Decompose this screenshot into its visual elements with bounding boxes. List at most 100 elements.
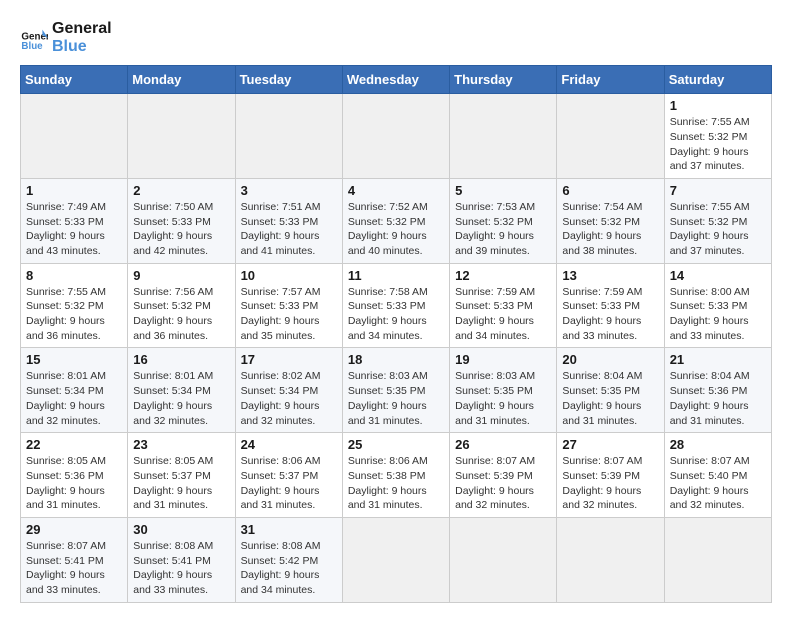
day-number: 10 <box>241 268 337 283</box>
day-info: Sunrise: 8:08 AM Sunset: 5:42 PM Dayligh… <box>241 539 337 598</box>
calendar-cell: 28 Sunrise: 8:07 AM Sunset: 5:40 PM Dayl… <box>664 433 771 518</box>
day-info: Sunrise: 8:01 AM Sunset: 5:34 PM Dayligh… <box>133 369 229 428</box>
calendar-cell: 16 Sunrise: 8:01 AM Sunset: 5:34 PM Dayl… <box>128 348 235 433</box>
day-info: Sunrise: 8:04 AM Sunset: 5:35 PM Dayligh… <box>562 369 658 428</box>
day-number: 17 <box>241 352 337 367</box>
calendar-cell: 22 Sunrise: 8:05 AM Sunset: 5:36 PM Dayl… <box>21 433 128 518</box>
day-info: Sunrise: 8:05 AM Sunset: 5:36 PM Dayligh… <box>26 454 122 513</box>
day-number: 1 <box>670 98 766 113</box>
calendar-cell: 4 Sunrise: 7:52 AM Sunset: 5:32 PM Dayli… <box>342 178 449 263</box>
day-info: Sunrise: 7:54 AM Sunset: 5:32 PM Dayligh… <box>562 200 658 259</box>
calendar-cell: 17 Sunrise: 8:02 AM Sunset: 5:34 PM Dayl… <box>235 348 342 433</box>
calendar-cell <box>342 94 449 179</box>
calendar-cell <box>557 517 664 602</box>
day-number: 3 <box>241 183 337 198</box>
day-number: 28 <box>670 437 766 452</box>
calendar-cell: 21 Sunrise: 8:04 AM Sunset: 5:36 PM Dayl… <box>664 348 771 433</box>
day-info: Sunrise: 7:56 AM Sunset: 5:32 PM Dayligh… <box>133 285 229 344</box>
day-of-week-header: Sunday <box>21 66 128 94</box>
logo-icon: General Blue <box>20 24 48 52</box>
day-number: 19 <box>455 352 551 367</box>
day-info: Sunrise: 7:58 AM Sunset: 5:33 PM Dayligh… <box>348 285 444 344</box>
calendar-cell: 3 Sunrise: 7:51 AM Sunset: 5:33 PM Dayli… <box>235 178 342 263</box>
svg-text:Blue: Blue <box>21 41 43 52</box>
calendar-cell <box>128 94 235 179</box>
day-info: Sunrise: 7:51 AM Sunset: 5:33 PM Dayligh… <box>241 200 337 259</box>
day-info: Sunrise: 7:52 AM Sunset: 5:32 PM Dayligh… <box>348 200 444 259</box>
calendar-cell: 27 Sunrise: 8:07 AM Sunset: 5:39 PM Dayl… <box>557 433 664 518</box>
calendar-cell: 23 Sunrise: 8:05 AM Sunset: 5:37 PM Dayl… <box>128 433 235 518</box>
day-info: Sunrise: 7:53 AM Sunset: 5:32 PM Dayligh… <box>455 200 551 259</box>
calendar-cell: 20 Sunrise: 8:04 AM Sunset: 5:35 PM Dayl… <box>557 348 664 433</box>
calendar-cell: 7 Sunrise: 7:55 AM Sunset: 5:32 PM Dayli… <box>664 178 771 263</box>
day-of-week-header: Saturday <box>664 66 771 94</box>
day-of-week-header: Monday <box>128 66 235 94</box>
day-number: 26 <box>455 437 551 452</box>
day-info: Sunrise: 8:04 AM Sunset: 5:36 PM Dayligh… <box>670 369 766 428</box>
day-info: Sunrise: 7:59 AM Sunset: 5:33 PM Dayligh… <box>562 285 658 344</box>
day-info: Sunrise: 7:55 AM Sunset: 5:32 PM Dayligh… <box>670 115 766 174</box>
calendar-cell: 8 Sunrise: 7:55 AM Sunset: 5:32 PM Dayli… <box>21 263 128 348</box>
day-number: 24 <box>241 437 337 452</box>
calendar-cell: 25 Sunrise: 8:06 AM Sunset: 5:38 PM Dayl… <box>342 433 449 518</box>
calendar-cell: 9 Sunrise: 7:56 AM Sunset: 5:32 PM Dayli… <box>128 263 235 348</box>
day-info: Sunrise: 7:59 AM Sunset: 5:33 PM Dayligh… <box>455 285 551 344</box>
day-number: 27 <box>562 437 658 452</box>
day-info: Sunrise: 8:02 AM Sunset: 5:34 PM Dayligh… <box>241 369 337 428</box>
calendar-cell: 15 Sunrise: 8:01 AM Sunset: 5:34 PM Dayl… <box>21 348 128 433</box>
day-info: Sunrise: 8:01 AM Sunset: 5:34 PM Dayligh… <box>26 369 122 428</box>
calendar-cell: 26 Sunrise: 8:07 AM Sunset: 5:39 PM Dayl… <box>450 433 557 518</box>
day-number: 30 <box>133 522 229 537</box>
calendar-cell: 14 Sunrise: 8:00 AM Sunset: 5:33 PM Dayl… <box>664 263 771 348</box>
day-info: Sunrise: 7:57 AM Sunset: 5:33 PM Dayligh… <box>241 285 337 344</box>
day-number: 11 <box>348 268 444 283</box>
calendar-cell: 13 Sunrise: 7:59 AM Sunset: 5:33 PM Dayl… <box>557 263 664 348</box>
calendar-cell: 24 Sunrise: 8:06 AM Sunset: 5:37 PM Dayl… <box>235 433 342 518</box>
day-info: Sunrise: 8:07 AM Sunset: 5:41 PM Dayligh… <box>26 539 122 598</box>
calendar-cell: 18 Sunrise: 8:03 AM Sunset: 5:35 PM Dayl… <box>342 348 449 433</box>
day-number: 4 <box>348 183 444 198</box>
day-info: Sunrise: 8:03 AM Sunset: 5:35 PM Dayligh… <box>455 369 551 428</box>
day-info: Sunrise: 8:00 AM Sunset: 5:33 PM Dayligh… <box>670 285 766 344</box>
calendar-cell: 1 Sunrise: 7:49 AM Sunset: 5:33 PM Dayli… <box>21 178 128 263</box>
day-number: 6 <box>562 183 658 198</box>
calendar-cell <box>450 94 557 179</box>
day-number: 21 <box>670 352 766 367</box>
calendar-cell <box>342 517 449 602</box>
day-number: 7 <box>670 183 766 198</box>
calendar-cell <box>557 94 664 179</box>
calendar-cell: 6 Sunrise: 7:54 AM Sunset: 5:32 PM Dayli… <box>557 178 664 263</box>
day-number: 23 <box>133 437 229 452</box>
day-number: 9 <box>133 268 229 283</box>
day-info: Sunrise: 8:07 AM Sunset: 5:39 PM Dayligh… <box>455 454 551 513</box>
calendar-cell <box>21 94 128 179</box>
day-number: 15 <box>26 352 122 367</box>
day-number: 5 <box>455 183 551 198</box>
day-info: Sunrise: 7:49 AM Sunset: 5:33 PM Dayligh… <box>26 200 122 259</box>
calendar-cell: 19 Sunrise: 8:03 AM Sunset: 5:35 PM Dayl… <box>450 348 557 433</box>
day-number: 29 <box>26 522 122 537</box>
calendar-cell: 29 Sunrise: 8:07 AM Sunset: 5:41 PM Dayl… <box>21 517 128 602</box>
day-of-week-header: Thursday <box>450 66 557 94</box>
page-header: General Blue General Blue <box>20 20 772 55</box>
day-number: 1 <box>26 183 122 198</box>
calendar-cell <box>450 517 557 602</box>
day-info: Sunrise: 8:06 AM Sunset: 5:37 PM Dayligh… <box>241 454 337 513</box>
calendar-cell: 30 Sunrise: 8:08 AM Sunset: 5:41 PM Dayl… <box>128 517 235 602</box>
day-number: 12 <box>455 268 551 283</box>
calendar-cell: 31 Sunrise: 8:08 AM Sunset: 5:42 PM Dayl… <box>235 517 342 602</box>
calendar-table: SundayMondayTuesdayWednesdayThursdayFrid… <box>20 65 772 603</box>
day-of-week-header: Friday <box>557 66 664 94</box>
day-number: 25 <box>348 437 444 452</box>
day-info: Sunrise: 7:55 AM Sunset: 5:32 PM Dayligh… <box>670 200 766 259</box>
day-number: 14 <box>670 268 766 283</box>
calendar-cell <box>664 517 771 602</box>
logo: General Blue General Blue <box>20 20 112 55</box>
calendar-cell: 11 Sunrise: 7:58 AM Sunset: 5:33 PM Dayl… <box>342 263 449 348</box>
calendar-cell: 1 Sunrise: 7:55 AM Sunset: 5:32 PM Dayli… <box>664 94 771 179</box>
calendar-cell: 5 Sunrise: 7:53 AM Sunset: 5:32 PM Dayli… <box>450 178 557 263</box>
day-info: Sunrise: 8:07 AM Sunset: 5:40 PM Dayligh… <box>670 454 766 513</box>
calendar-cell: 2 Sunrise: 7:50 AM Sunset: 5:33 PM Dayli… <box>128 178 235 263</box>
day-number: 20 <box>562 352 658 367</box>
calendar-cell: 12 Sunrise: 7:59 AM Sunset: 5:33 PM Dayl… <box>450 263 557 348</box>
